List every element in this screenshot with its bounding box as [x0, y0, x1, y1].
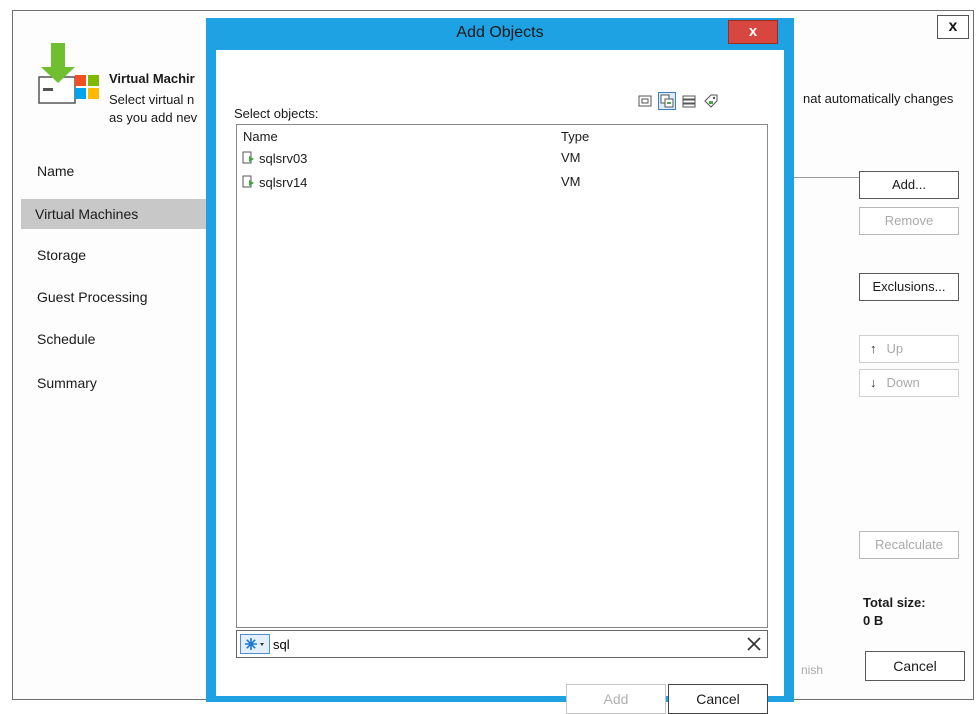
dialog-body: Select objects: Name Type sqlsrv03 VM sq…	[216, 50, 784, 714]
arrow-up-icon: ↑	[870, 341, 877, 356]
down-label: Down	[886, 375, 920, 390]
vm-type: VM	[561, 174, 581, 189]
wizard-down-button[interactable]: ↓ Down	[859, 369, 959, 397]
clear-search-icon[interactable]	[745, 635, 763, 653]
nav-item-name[interactable]: Name	[37, 163, 74, 179]
description-line-2: as you add nev	[109, 110, 198, 125]
description-line-1: Select virtual n	[109, 92, 195, 107]
dialog-close-button[interactable]: x	[728, 20, 778, 44]
vm-icon	[242, 175, 254, 188]
column-header-type[interactable]: Type	[561, 129, 589, 144]
wizard-cancel-button[interactable]: Cancel	[865, 651, 965, 681]
search-input[interactable]	[273, 635, 733, 653]
nav-item-guest-processing[interactable]: Guest Processing	[37, 289, 148, 305]
arrow-down-icon: ↓	[870, 375, 877, 390]
nav-item-storage[interactable]: Storage	[37, 247, 86, 263]
vms-and-templates-view-icon[interactable]	[658, 92, 676, 110]
vm-name: sqlsrv03	[259, 150, 308, 166]
datastores-view-icon[interactable]	[680, 92, 698, 110]
vm-type: VM	[561, 150, 581, 165]
up-label: Up	[886, 341, 904, 356]
nav-item-virtual-machines[interactable]: Virtual Machines	[21, 199, 211, 229]
column-header-name[interactable]: Name	[243, 129, 278, 144]
objects-list: Name Type sqlsrv03 VM sqlsrv14 VM	[236, 124, 768, 628]
dialog-title: Add Objects	[456, 24, 544, 41]
search-filter-dropdown-icon[interactable]	[240, 634, 270, 654]
wizard-up-button[interactable]: ↑ Up	[859, 335, 959, 363]
wizard-add-button[interactable]: Add...	[859, 171, 959, 199]
vm-icon	[242, 151, 254, 164]
tags-view-icon[interactable]	[702, 92, 720, 110]
hosts-and-clusters-view-icon[interactable]	[636, 92, 654, 110]
wizard-remove-button[interactable]: Remove	[859, 207, 959, 235]
total-size-label: Total size:	[863, 595, 926, 610]
list-item[interactable]: sqlsrv14 VM	[237, 171, 767, 193]
search-box	[236, 630, 768, 658]
wizard-step-description: Select virtual n as you add nev	[109, 91, 197, 127]
list-item[interactable]: sqlsrv03 VM	[237, 147, 767, 169]
dialog-add-button[interactable]: Add	[566, 684, 666, 714]
list-item-name-cell: sqlsrv03	[241, 150, 307, 166]
total-size-value: 0 B	[863, 613, 884, 628]
view-toolbar	[636, 92, 720, 110]
wizard-exclusions-button[interactable]: Exclusions...	[859, 273, 959, 301]
wizard-step-title: Virtual Machir	[109, 71, 195, 86]
wizard-finish-button[interactable]: nish	[801, 663, 823, 677]
nav-item-summary[interactable]: Summary	[37, 375, 97, 391]
vm-add-logo-icon	[38, 43, 99, 104]
list-header: Name Type	[237, 125, 767, 145]
nav-item-schedule[interactable]: Schedule	[37, 331, 95, 347]
wizard-recalculate-button[interactable]: Recalculate	[859, 531, 959, 559]
wizard-description-continued: nat automatically changes	[803, 91, 954, 106]
list-item-name-cell: sqlsrv14	[241, 174, 307, 190]
select-objects-label: Select objects:	[234, 106, 319, 121]
wizard-close-button[interactable]: x	[937, 15, 969, 39]
vm-list-box-edge	[789, 177, 859, 688]
vm-name: sqlsrv14	[259, 174, 308, 190]
dialog-cancel-button[interactable]: Cancel	[668, 684, 768, 714]
add-objects-dialog: Add Objects x Select objects: Name Type	[206, 18, 794, 714]
